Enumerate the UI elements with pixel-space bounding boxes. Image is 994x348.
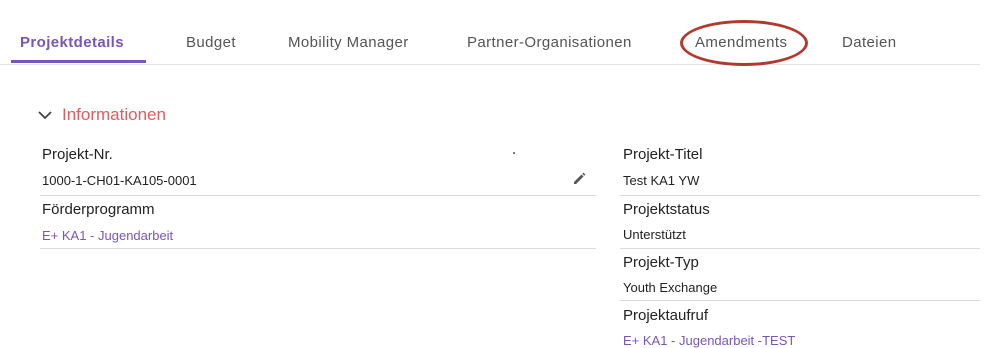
project-title-value: Test KA1 YW bbox=[623, 173, 700, 188]
project-type-value: Youth Exchange bbox=[623, 280, 718, 295]
active-tab-indicator bbox=[11, 60, 146, 63]
tab-dateien[interactable]: Dateien bbox=[842, 34, 897, 51]
divider bbox=[620, 195, 980, 196]
section-header-informationen[interactable]: Informationen bbox=[38, 104, 166, 126]
tab-budget[interactable]: Budget bbox=[186, 34, 236, 51]
divider bbox=[40, 248, 596, 249]
section-title: Informationen bbox=[62, 105, 166, 124]
divider bbox=[40, 195, 596, 196]
tab-partner-organisationen[interactable]: Partner-Organisationen bbox=[467, 34, 632, 51]
divider bbox=[620, 248, 980, 249]
project-title-label: Projekt-Titel bbox=[623, 146, 703, 163]
project-call-label: Projektaufruf bbox=[623, 307, 709, 324]
decorative-dot bbox=[513, 152, 515, 154]
project-status-label: Projektstatus bbox=[623, 201, 710, 218]
chevron-down-icon bbox=[38, 111, 52, 120]
project-nr-label: Projekt-Nr. bbox=[42, 146, 113, 163]
project-status-value: Unterstützt bbox=[623, 227, 686, 242]
tab-projektdetails[interactable]: Projektdetails bbox=[20, 34, 124, 51]
project-call-link[interactable]: E+ KA1 - Jugendarbeit -TEST bbox=[623, 333, 795, 348]
project-nr-value: 1000-1-CH01-KA105-0001 bbox=[42, 173, 197, 188]
foerderprogramm-label: Förderprogramm bbox=[42, 201, 155, 218]
divider bbox=[620, 300, 980, 301]
project-type-label: Projekt-Typ bbox=[623, 254, 699, 271]
pencil-icon[interactable] bbox=[572, 171, 586, 185]
foerderprogramm-link[interactable]: E+ KA1 - Jugendarbeit bbox=[42, 228, 173, 243]
annotation-highlight-ellipse bbox=[680, 20, 808, 66]
tab-bar: Projektdetails Budget Mobility Manager P… bbox=[0, 0, 980, 65]
tab-mobility-manager[interactable]: Mobility Manager bbox=[288, 34, 409, 51]
